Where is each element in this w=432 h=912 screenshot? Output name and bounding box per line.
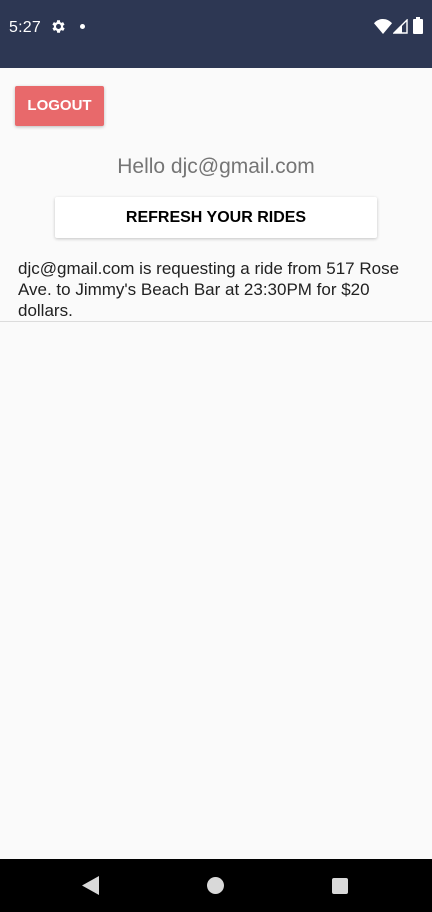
gear-icon: [52, 20, 65, 33]
status-time: 5:27: [9, 19, 41, 36]
recents-icon[interactable]: [332, 878, 348, 894]
wifi-icon: [374, 19, 392, 34]
navigation-bar: [0, 859, 432, 912]
rides-list: djc@gmail.com is requesting a ride from …: [0, 258, 432, 322]
logout-button[interactable]: LOGOUT: [15, 86, 104, 126]
refresh-rides-button[interactable]: REFRESH YOUR RIDES: [55, 197, 377, 238]
battery-icon: [413, 17, 423, 34]
home-icon[interactable]: [207, 877, 224, 894]
notification-dot-icon: [80, 24, 85, 29]
cell-signal-icon: [393, 19, 408, 34]
status-bar: 5:27: [0, 0, 432, 68]
greeting-text: Hello djc@gmail.com: [117, 155, 315, 178]
back-icon[interactable]: [82, 876, 99, 895]
ride-request-item[interactable]: djc@gmail.com is requesting a ride from …: [0, 258, 432, 322]
